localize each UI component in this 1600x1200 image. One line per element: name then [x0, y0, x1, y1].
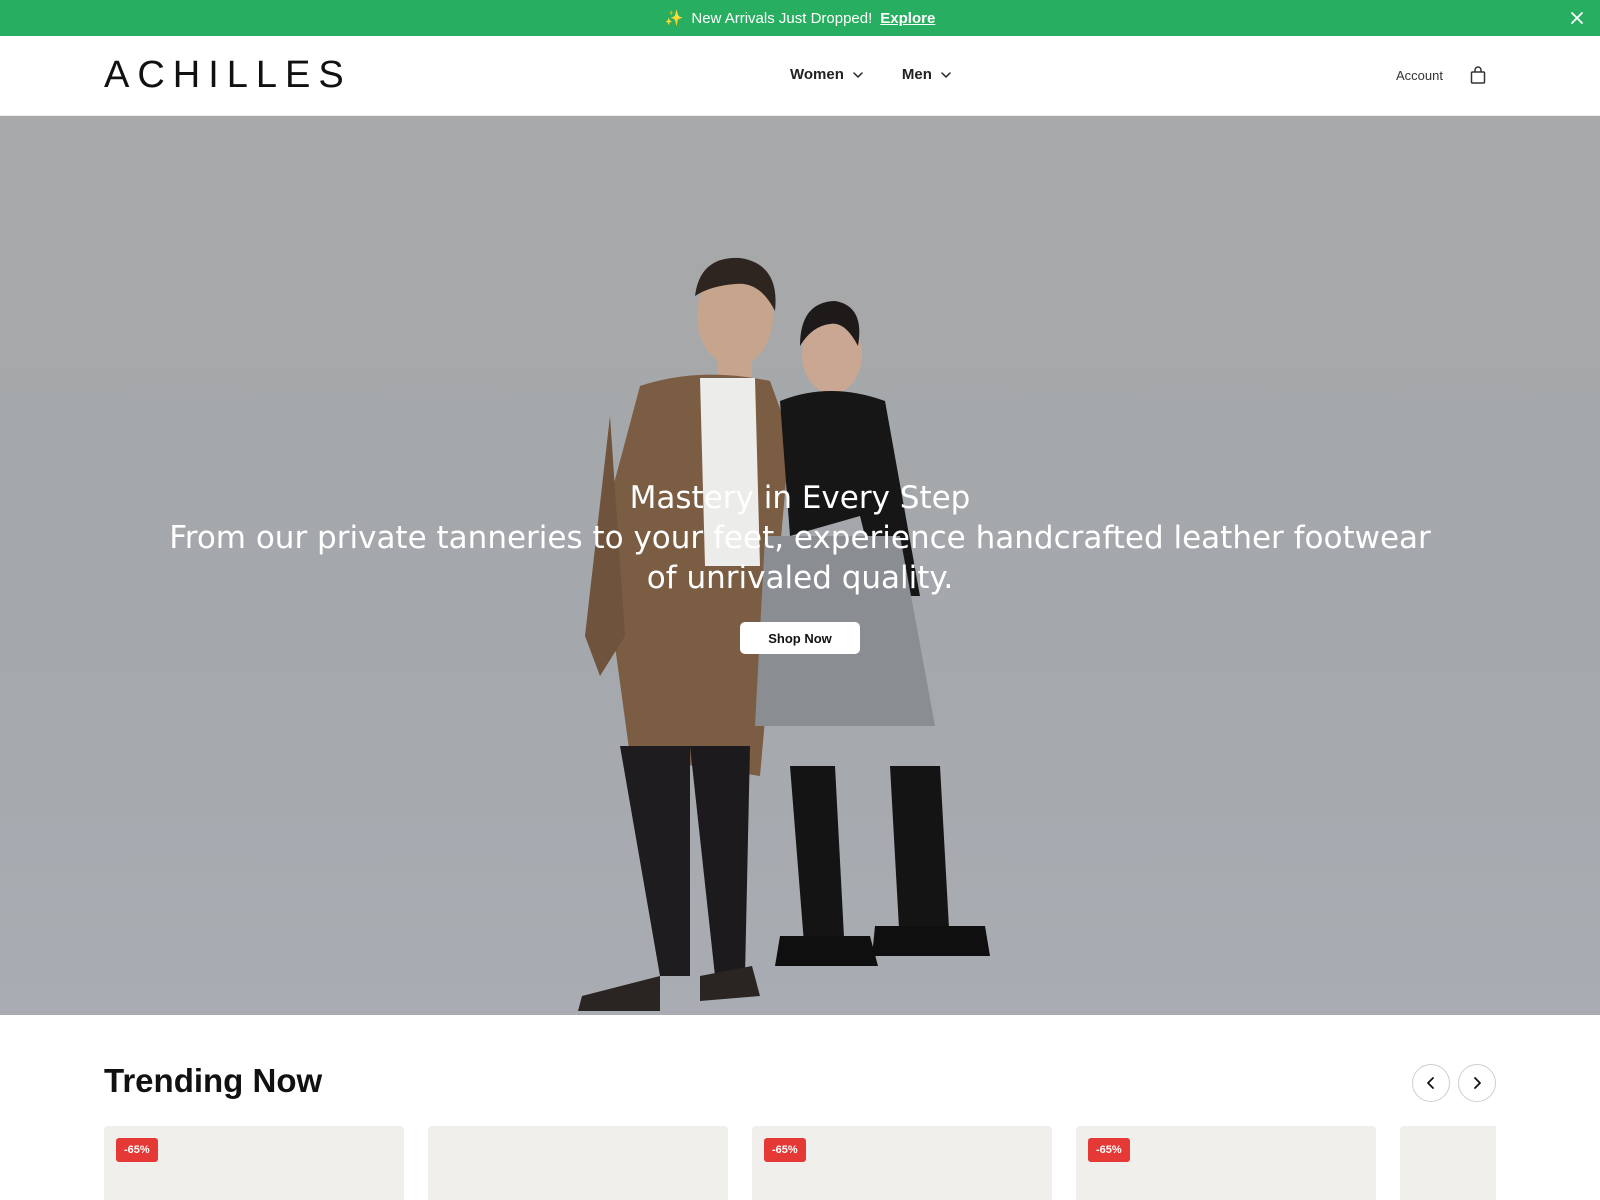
product-card[interactable]	[1400, 1126, 1496, 1200]
section-title: Trending Now	[104, 1062, 323, 1099]
nav-label: Women	[790, 66, 844, 83]
shop-now-button[interactable]: Shop Now	[740, 622, 860, 654]
product-card[interactable]: -65%	[752, 1126, 1052, 1200]
chevron-left-icon	[1427, 1077, 1434, 1089]
carousel-next-button[interactable]	[1458, 1064, 1496, 1102]
product-carousel: -65% -65% -65%	[104, 1126, 1496, 1200]
account-link[interactable]: Account	[1396, 68, 1443, 83]
hero-text: Mastery in Every Step From our private t…	[0, 478, 1600, 598]
site-header: ACHILLES Women Men Account	[0, 36, 1600, 116]
discount-badge: -65%	[1088, 1138, 1130, 1162]
nav-item-women[interactable]: Women	[790, 66, 864, 83]
chevron-down-icon	[853, 71, 863, 78]
main-nav: Women Men	[790, 66, 952, 83]
announcement-message: ✨ New Arrivals Just Dropped! Explore	[664, 9, 936, 28]
hero-title: Mastery in Every Step	[629, 480, 971, 516]
sparkle-icon: ✨	[664, 10, 684, 27]
hero-subtitle: From our private tanneries to your feet,…	[169, 520, 1431, 596]
discount-badge: -65%	[764, 1138, 806, 1162]
close-icon[interactable]	[1568, 9, 1586, 27]
chevron-down-icon	[941, 71, 951, 78]
brand-logo[interactable]: ACHILLES	[104, 54, 352, 97]
product-card[interactable]: -65%	[104, 1126, 404, 1200]
product-card[interactable]	[428, 1126, 728, 1200]
nav-label: Men	[901, 66, 932, 83]
announcement-bar: ✨ New Arrivals Just Dropped! Explore	[0, 0, 1600, 36]
explore-link[interactable]: Explore	[880, 10, 935, 27]
hero-banner: Mastery in Every Step From our private t…	[0, 116, 1600, 1015]
discount-badge: -65%	[116, 1138, 158, 1162]
carousel-prev-button[interactable]	[1412, 1064, 1450, 1102]
announcement-text: New Arrivals Just Dropped!	[691, 9, 873, 27]
nav-item-men[interactable]: Men	[902, 66, 952, 83]
chevron-right-icon	[1474, 1077, 1481, 1089]
product-card[interactable]: -65%	[1076, 1126, 1376, 1200]
shopping-bag-icon[interactable]	[1468, 65, 1488, 85]
